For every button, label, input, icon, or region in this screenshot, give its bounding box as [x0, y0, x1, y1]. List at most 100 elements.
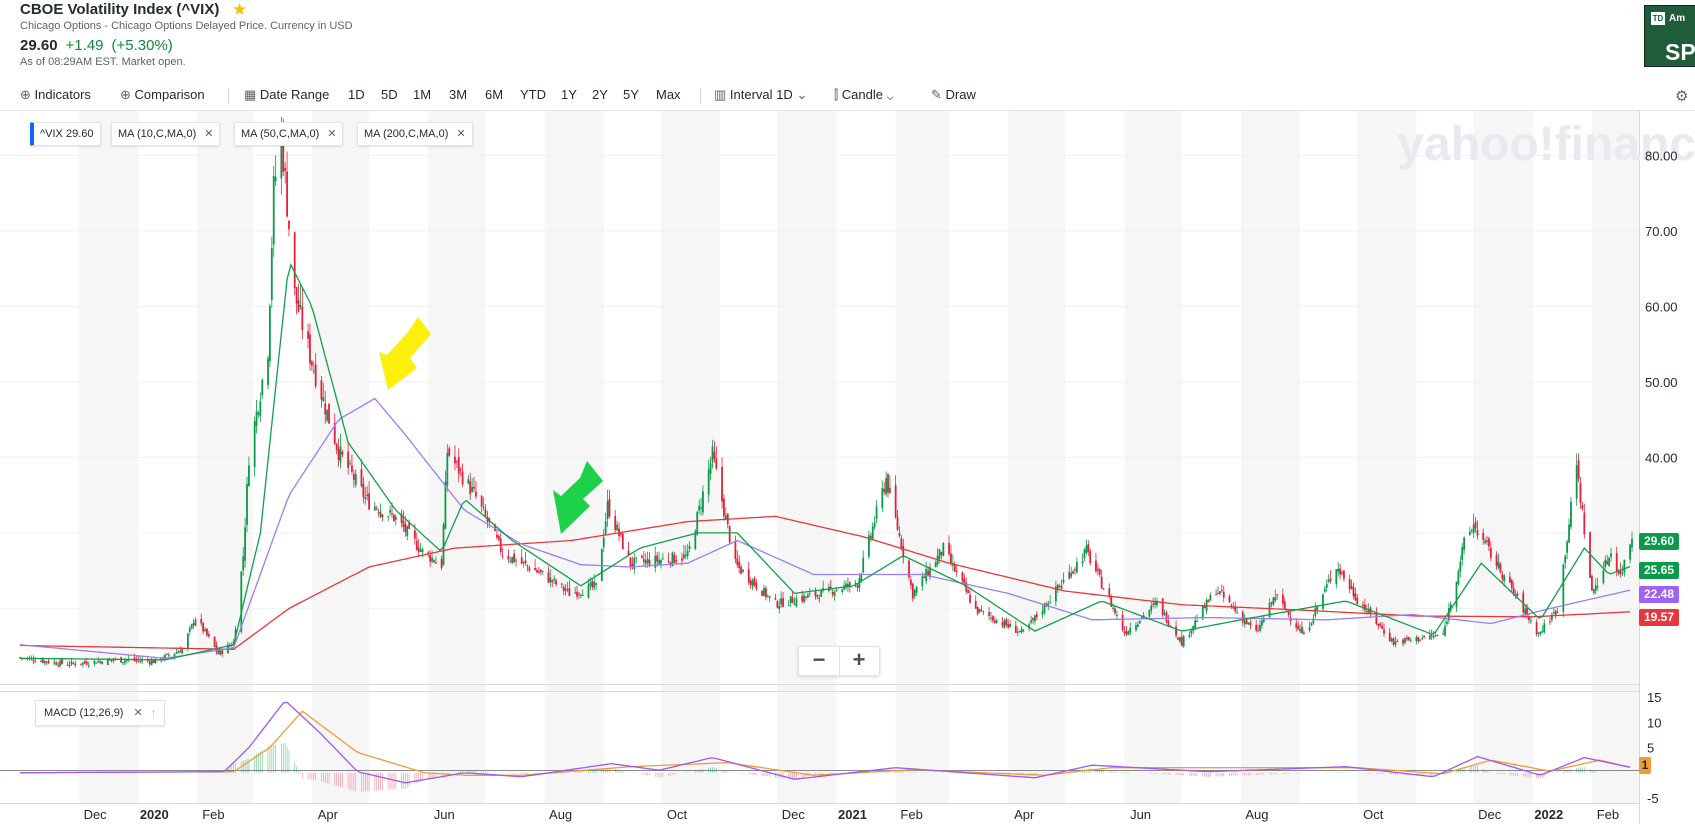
candle-body [753, 577, 756, 586]
zoom-in-button[interactable]: + [839, 647, 879, 675]
candle-body [1236, 612, 1239, 614]
candle-body [579, 594, 582, 596]
candle-body [320, 380, 323, 400]
badge-ma50: 22.48 [1639, 586, 1679, 603]
candle-body [1295, 623, 1298, 628]
candle-body [1541, 631, 1544, 633]
x-tick-label: 2021 [838, 807, 867, 822]
candle-body [734, 541, 737, 559]
candle-body [1112, 607, 1115, 609]
candle-body [549, 577, 552, 583]
candle-body [335, 444, 338, 450]
candle-body [1049, 602, 1052, 604]
candle-body [1579, 482, 1582, 503]
legend-ma10[interactable]: MA (10,C,MA,0) ✕ [111, 122, 221, 146]
candle-body [1100, 576, 1103, 589]
candle-body [244, 527, 247, 561]
candle-body [881, 488, 884, 509]
candle-body [1154, 602, 1156, 605]
candle-body [621, 533, 624, 549]
close-icon[interactable]: ✕ [133, 707, 142, 719]
candle-body [1020, 628, 1023, 633]
candle-body [93, 660, 96, 664]
candle-body [631, 564, 634, 567]
x-tick-label: Feb [1597, 807, 1619, 822]
candle-body [1474, 522, 1477, 529]
legend-ma50[interactable]: MA (50,C,MA,0) ✕ [234, 122, 344, 146]
candle-body [59, 660, 61, 667]
candle-body [948, 542, 950, 555]
macd-legend[interactable]: MACD (12,26,9) ✕ ↑ [35, 700, 166, 726]
candle-body [1362, 604, 1364, 607]
candle-body [1030, 620, 1032, 623]
candle-body [673, 554, 676, 563]
legend-vix-value: 29.60 [65, 128, 94, 140]
candle-body [393, 514, 395, 522]
candle-body [82, 662, 84, 665]
candle-body [1072, 571, 1074, 574]
candle-body [347, 451, 350, 468]
candle-body [578, 593, 580, 595]
candle-body [421, 548, 424, 553]
candle-body [805, 596, 807, 598]
candle-body [1604, 559, 1607, 568]
month-band [1591, 110, 1639, 803]
candle-body [312, 371, 315, 373]
candle-body [459, 469, 462, 471]
candle-body [1436, 634, 1439, 636]
close-icon[interactable]: ✕ [204, 128, 213, 140]
candle-body [139, 661, 142, 663]
candle-body [721, 466, 723, 502]
close-icon[interactable]: ✕ [327, 128, 336, 140]
candle-body [402, 520, 405, 528]
candle-body [1121, 614, 1124, 631]
candle-body [253, 421, 256, 467]
candle-body [221, 650, 224, 654]
candle-body [1428, 635, 1431, 640]
candle-body [1566, 541, 1569, 553]
y-axis-ticks: 80.00 70.00 60.00 50.00 40.00 [1645, 148, 1678, 465]
zoom-out-button[interactable]: − [799, 647, 840, 675]
candle-body [1556, 611, 1559, 614]
legend-ma200[interactable]: MA (200,C,MA,0) ✕ [357, 122, 473, 146]
candle-body [1356, 597, 1359, 605]
close-icon[interactable]: ✕ [456, 128, 465, 140]
candle-body [349, 463, 351, 465]
candle-body [248, 465, 250, 487]
candle-body [413, 530, 416, 539]
candle-body [1470, 529, 1473, 531]
candle-body [749, 580, 752, 585]
candle-body [32, 659, 35, 662]
candle-body [1035, 614, 1038, 618]
candle-body [80, 663, 82, 665]
candle-body [768, 596, 771, 598]
candle-body [1129, 627, 1132, 633]
candle-body [795, 598, 798, 607]
legend-vix[interactable]: ^VIX 29.60 [30, 122, 101, 146]
candle-body [1528, 617, 1530, 620]
candle-body [373, 506, 376, 510]
candle-body [1310, 623, 1313, 626]
candle-body [1257, 630, 1259, 632]
candle-body [766, 595, 769, 597]
candle-body [148, 661, 151, 664]
candle-body [614, 516, 617, 531]
candle-body [686, 550, 689, 557]
candle-body [1488, 538, 1490, 547]
candle-body [186, 633, 189, 650]
candle-body [202, 622, 205, 632]
candle-body [293, 232, 296, 289]
candle-body [295, 287, 298, 304]
x-tick-label: Dec [782, 807, 806, 822]
candle-body [326, 409, 329, 421]
candle-body [1430, 635, 1433, 637]
candle-body [1583, 512, 1586, 535]
candle-body [219, 649, 222, 655]
candle-body [969, 594, 971, 603]
arrow-up-icon[interactable]: ↑ [151, 707, 157, 719]
candle-body [955, 571, 958, 573]
x-tick-label: Feb [202, 807, 224, 822]
candle-body [747, 569, 750, 583]
candle-body [1543, 623, 1546, 633]
candle-body [213, 636, 216, 648]
